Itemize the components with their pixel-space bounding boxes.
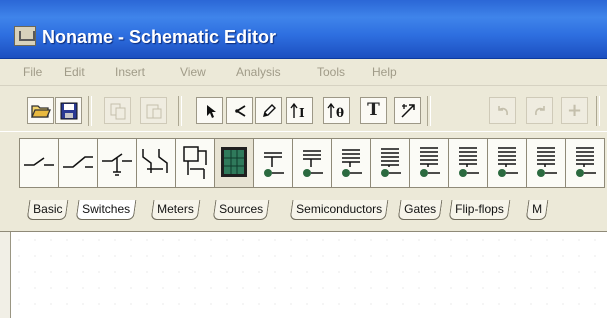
switch-led-icon	[537, 147, 557, 177]
voltage-probe-icon: θ	[326, 102, 344, 120]
tab-label: M	[532, 202, 543, 216]
palette-switch-led-4[interactable]	[370, 138, 410, 188]
tab-label: Basic	[33, 202, 63, 216]
palette-switch-led-6[interactable]	[448, 138, 488, 188]
pencil-icon	[262, 103, 276, 117]
switch-led-icon	[303, 150, 323, 177]
switch-led-icon	[576, 147, 596, 177]
component-palette: 〈	[0, 131, 607, 198]
switch-led-icon	[342, 149, 362, 177]
select-arrow-icon	[206, 104, 216, 118]
switch-spdt-icon	[63, 156, 93, 168]
palette-switch-led-3[interactable]	[331, 138, 371, 188]
current-probe-icon: I	[289, 102, 305, 120]
palette-switch-led-5[interactable]	[409, 138, 449, 188]
tab-basic[interactable]: Basic	[26, 200, 69, 220]
paste-button[interactable]	[140, 97, 167, 124]
menu-analysis[interactable]: Analysis	[236, 65, 281, 79]
menu-tools[interactable]: Tools	[317, 65, 345, 79]
palette-switch-led-9[interactable]	[565, 138, 605, 188]
schematic-canvas[interactable]	[10, 232, 607, 318]
toolbar-separator	[178, 96, 182, 126]
switch-led-icon	[498, 147, 518, 177]
tab-semiconductors[interactable]: Semiconductors	[289, 200, 389, 220]
window-title: Noname - Schematic Editor	[42, 27, 277, 47]
palette-relay[interactable]	[175, 138, 215, 188]
toolbar-separator	[596, 96, 600, 126]
voltage-probe-button[interactable]: θ	[323, 97, 350, 124]
component-tabs: Basic Switches Meters Sources Semiconduc…	[0, 197, 607, 232]
tab-switches[interactable]: Switches	[75, 200, 137, 220]
tab-meters[interactable]: Meters	[150, 200, 201, 220]
redo-button[interactable]	[526, 97, 553, 124]
zoom-in-button[interactable]: +	[561, 97, 588, 124]
app-icon[interactable]	[14, 26, 36, 46]
svg-text:θ: θ	[336, 106, 344, 120]
select-button[interactable]	[196, 97, 223, 124]
zoom-in-icon: +	[566, 99, 583, 121]
current-probe-button[interactable]: I	[286, 97, 313, 124]
menu-file[interactable]: File	[23, 65, 42, 79]
menu-edit[interactable]: Edit	[64, 65, 85, 79]
open-icon	[30, 104, 51, 118]
palette-switch-push[interactable]	[97, 138, 137, 188]
tab-label: Semiconductors	[296, 202, 383, 216]
palette-scroll-left-icon[interactable]: 〈	[4, 142, 34, 188]
copy-icon	[110, 103, 125, 119]
tab-sources[interactable]: Sources	[212, 200, 270, 220]
toolbar-separator	[427, 96, 431, 126]
palette-switch-led-7[interactable]	[487, 138, 527, 188]
tab-gates[interactable]: Gates	[397, 200, 443, 220]
menu-bar: File Edit Insert View Analysis Tools Hel…	[0, 59, 607, 86]
undo-button[interactable]	[489, 97, 516, 124]
title-bar[interactable]: Noname - Schematic Editor	[0, 0, 607, 59]
analysis-marker-icon	[400, 103, 415, 118]
undo-icon	[497, 105, 508, 115]
switch-led-icon	[381, 148, 401, 177]
main-toolbar: I θ T +	[0, 86, 607, 131]
text-tool-icon: T	[367, 100, 380, 120]
save-button[interactable]	[55, 97, 82, 124]
toolbar-separator	[88, 96, 92, 126]
menu-help[interactable]: Help	[372, 65, 397, 79]
relay-icon	[183, 146, 207, 179]
tab-label: Sources	[219, 202, 264, 216]
analysis-marker-button[interactable]	[394, 97, 421, 124]
palette-switch-spdt[interactable]	[58, 138, 98, 188]
paste-icon	[146, 104, 161, 118]
schematic-editor-window: Noname - Schematic Editor File Edit Inse…	[0, 0, 607, 318]
palette-switch-dpdt[interactable]	[136, 138, 176, 188]
palette-switch-open[interactable]	[19, 138, 59, 188]
text-button[interactable]: T	[360, 97, 387, 124]
svg-text:I: I	[299, 106, 305, 120]
switch-open-icon	[24, 157, 54, 166]
canvas-grid	[11, 232, 607, 318]
menu-view[interactable]: View	[180, 65, 206, 79]
copy-button[interactable]	[104, 97, 131, 124]
palette-switch-led-2[interactable]	[292, 138, 332, 188]
tab-flip-flops[interactable]: Flip-flops	[448, 200, 511, 220]
keypad-icon	[221, 147, 247, 177]
tab-label: Meters	[157, 202, 194, 216]
palette-keypad[interactable]	[214, 138, 254, 188]
palette-switch-led-1[interactable]	[253, 138, 293, 188]
tab-label: Flip-flops	[455, 202, 504, 216]
pencil-button[interactable]	[255, 97, 282, 124]
switch-led-icon	[459, 147, 479, 177]
switch-led-icon	[264, 152, 284, 177]
open-button[interactable]	[27, 97, 54, 124]
menu-insert[interactable]: Insert	[115, 65, 145, 79]
tab-more[interactable]: M	[525, 200, 549, 220]
tab-label: Gates	[404, 202, 437, 216]
wire-button[interactable]	[226, 97, 253, 124]
wire-icon	[234, 104, 245, 117]
palette-switch-led-8[interactable]	[526, 138, 566, 188]
tab-label: Switches	[82, 202, 131, 216]
switch-led-icon	[420, 147, 440, 177]
switch-push-icon	[102, 153, 132, 176]
redo-icon	[534, 105, 545, 115]
switch-dpdt-icon	[142, 149, 168, 173]
save-icon	[60, 102, 77, 119]
